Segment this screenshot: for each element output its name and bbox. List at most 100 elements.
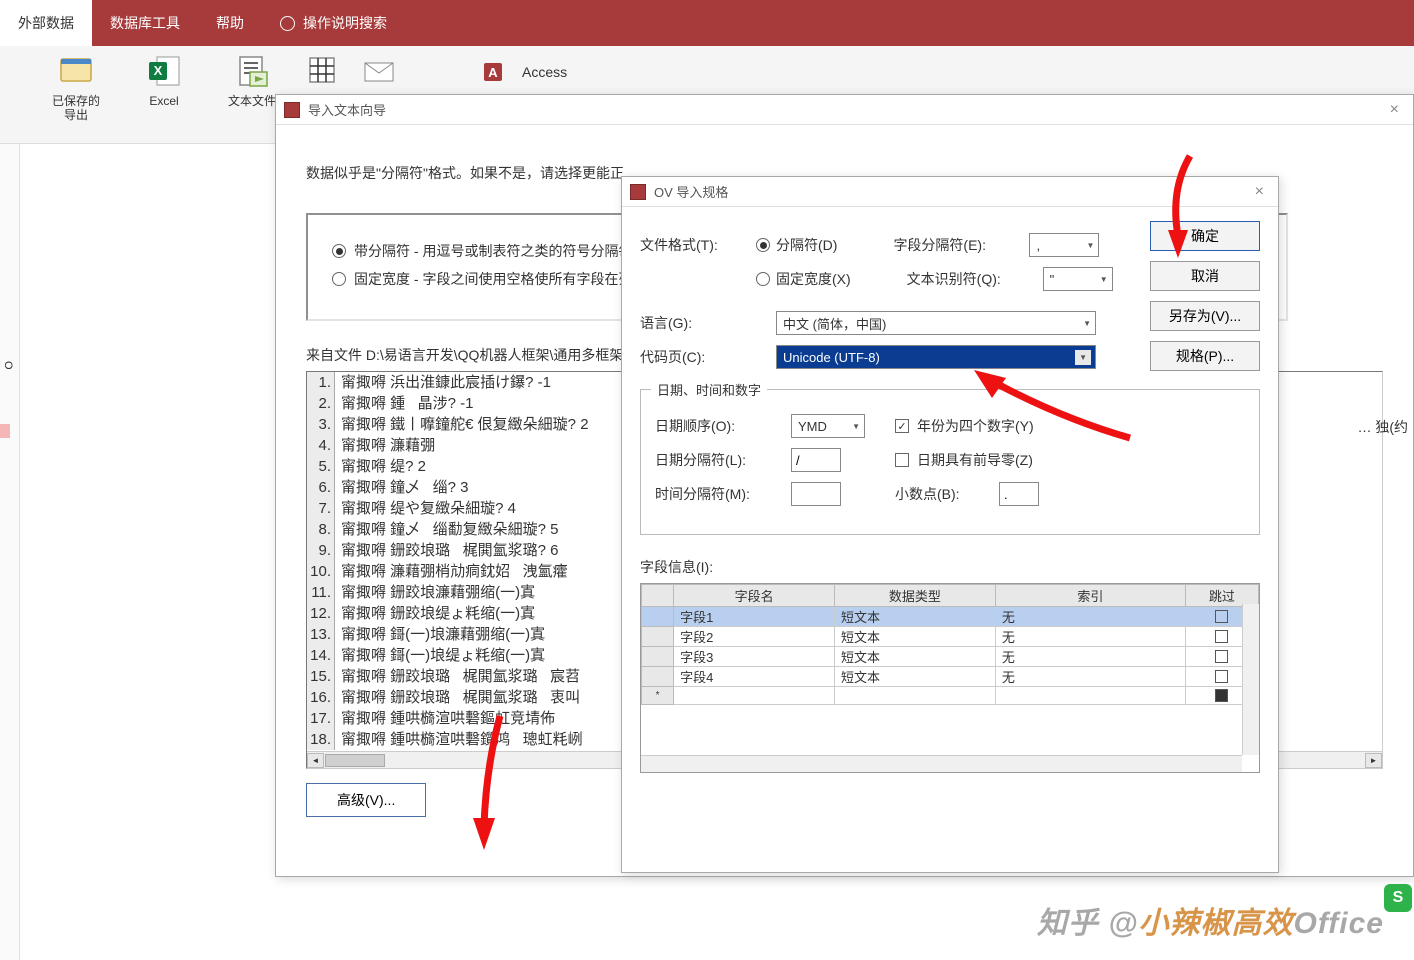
option-delimited-label: 带分隔符 - 用逗号或制表符之类的符号分隔每: [354, 241, 632, 261]
text-qualifier-label: 文本识别符(Q):: [907, 269, 1043, 289]
fieldinfo-label: 字段信息(I):: [640, 557, 1260, 577]
fieldtable-vscrollbar[interactable]: [1242, 604, 1259, 755]
preview-line-text: 甯掫嘚 鎶(一)埌缇ょ粍缩(一)寘: [335, 645, 545, 666]
preview-line-number: 12.: [307, 603, 335, 624]
preview-line-number: 16.: [307, 687, 335, 708]
import-spec-dialog: OV 导入规格 × 确定 取消 另存为(V)... 规格(P)... 文件格式(…: [621, 176, 1279, 873]
preview-line-text: 甯掫嘚 浜出淮鏮此宸插け鑤? -1: [335, 372, 551, 393]
text-qualifier-select[interactable]: "▼: [1043, 267, 1113, 291]
table-row[interactable]: 字段4短文本无: [642, 667, 1259, 687]
radio-icon: [756, 272, 770, 286]
table-new-row[interactable]: *: [642, 687, 1259, 705]
codepage-value: Unicode (UTF-8): [783, 350, 880, 365]
year4-label: 年份为四个数字(Y): [917, 416, 1034, 436]
preview-line-text: 甯掫嘚 鐘乄 缁? 3: [335, 477, 469, 498]
preview-line-number: 10.: [307, 561, 335, 582]
wizard-icon: [284, 102, 300, 118]
table-row[interactable]: 字段3短文本无: [642, 647, 1259, 667]
fieldtable-hscrollbar[interactable]: [641, 755, 1242, 772]
fmt-delimited-radio[interactable]: 分隔符(D): [756, 235, 837, 255]
access-button[interactable]: A Access: [482, 52, 602, 92]
time-separator-label: 时间分隔符(M):: [655, 484, 791, 504]
preview-line-number: 1.: [307, 372, 335, 393]
preview-line-text: 甯掫嘚 銏跤埌璐 梶閧氳浆璐? 6: [335, 540, 559, 561]
saveas-button[interactable]: 另存为(V)...: [1150, 301, 1260, 331]
specs-button[interactable]: 规格(P)...: [1150, 341, 1260, 371]
table-row[interactable]: 字段1短文本无: [642, 607, 1259, 627]
preview-line-number: 17.: [307, 708, 335, 729]
col-index[interactable]: 索引: [995, 585, 1185, 607]
decimal-label: 小数点(B):: [895, 484, 999, 504]
fmt-delimited-label: 分隔符(D): [776, 235, 837, 255]
ribbon-tab-db-tools[interactable]: 数据库工具: [92, 0, 198, 46]
preview-line-number: 14.: [307, 645, 335, 666]
spec-title: OV 导入规格: [654, 182, 728, 201]
ribbon-tab-help[interactable]: 帮助: [198, 0, 262, 46]
radio-icon: [332, 244, 346, 258]
excel-button[interactable]: X Excel: [132, 52, 196, 143]
preview-line-text: 甯掫嘚 鍾哄檹渲哄礊鏂虹竞埥佈: [335, 708, 555, 729]
fmt-fixed-label: 固定宽度(X): [776, 269, 851, 289]
grid-icon: [303, 52, 343, 90]
tell-me-search[interactable]: 操作说明搜索: [262, 0, 405, 46]
option-fixedwidth-label: 固定宽度 - 字段之间使用空格使所有字段在列: [354, 269, 632, 289]
date-order-select[interactable]: YMD▼: [791, 414, 865, 438]
col-fieldname[interactable]: 字段名: [674, 585, 835, 607]
codepage-label: 代码页(C):: [640, 347, 776, 367]
spec-side-buttons: 确定 取消 另存为(V)... 规格(P)...: [1150, 221, 1260, 371]
saved-exports-button[interactable]: 已保存的 导出: [44, 52, 108, 143]
leading-zero-checkbox[interactable]: [895, 453, 909, 467]
preview-line-text: 甯掫嘚 銏跤埌缇ょ粍缩(一)寘: [335, 603, 535, 624]
wizard-title: 导入文本向导: [308, 100, 386, 119]
preview-line-number: 18.: [307, 729, 335, 750]
zhihu-logo-icon: S: [1384, 884, 1412, 912]
language-value: 中文 (简体，中国): [783, 314, 886, 333]
year4-checkbox[interactable]: [895, 419, 909, 433]
file-format-label: 文件格式(T):: [640, 235, 756, 255]
preview-line-text: 甯掫嘚 鍾哄檹渲哄礊鑕鸿 璁虹粍峢: [335, 729, 583, 750]
field-separator-label: 字段分隔符(E):: [893, 235, 1029, 255]
spec-titlebar: OV 导入规格 ×: [622, 177, 1278, 207]
left-nav-letter[interactable]: O: [1, 358, 15, 373]
preview-line-text: 甯掫嘚 鎶(一)埌濂藉弸缩(一)寘: [335, 624, 545, 645]
saved-exports-label: 已保存的 导出: [52, 94, 100, 123]
spec-close-button[interactable]: ×: [1249, 183, 1270, 201]
chevron-down-icon: ▼: [1100, 275, 1108, 284]
language-label: 语言(G):: [640, 313, 776, 333]
wizard-titlebar: 导入文本向导 ×: [276, 95, 1413, 125]
chevron-down-icon: ▼: [1075, 350, 1091, 365]
time-separator-input[interactable]: [791, 482, 841, 506]
radio-icon: [332, 272, 346, 286]
codepage-select[interactable]: Unicode (UTF-8) ▼: [776, 345, 1096, 369]
datetime-group: 日期、时间和数字 日期顺序(O): YMD▼ 年份为四个数字(Y) 日期分隔符(…: [640, 389, 1260, 535]
ok-button[interactable]: 确定: [1150, 221, 1260, 251]
date-separator-input[interactable]: [791, 448, 841, 472]
preview-line-number: 4.: [307, 435, 335, 456]
radio-icon: [756, 238, 770, 252]
access-label: Access: [522, 64, 567, 80]
svg-text:A: A: [488, 65, 498, 80]
text-qualifier-value: ": [1050, 272, 1055, 287]
fieldinfo-table[interactable]: 字段名 数据类型 索引 跳过 字段1短文本无字段2短文本无字段3短文本无字段4短…: [640, 583, 1260, 773]
clipped-text-right: … 独(约: [1357, 417, 1408, 437]
envelope-icon: [362, 57, 396, 87]
ribbon-tab-external-data[interactable]: 外部数据: [0, 0, 92, 46]
table-row[interactable]: 字段2短文本无: [642, 627, 1259, 647]
preview-line-text: 甯掫嘚 鐵丨嚤鐘舵€ 佷复緻朵細璇? 2: [335, 414, 589, 435]
cancel-button[interactable]: 取消: [1150, 261, 1260, 291]
preview-line-text: 甯掫嘚 缇や复緻朵細璇? 4: [335, 498, 516, 519]
preview-line-text: 甯掫嘚 鍾 晶涉? -1: [335, 393, 474, 414]
fmt-fixed-radio[interactable]: 固定宽度(X): [756, 269, 851, 289]
wizard-close-button[interactable]: ×: [1384, 101, 1405, 119]
preview-line-text: 甯掫嘚 鐘乄 缁勫复緻朵細璇? 5: [335, 519, 559, 540]
preview-line-text: 甯掫嘚 濂藉弸: [335, 435, 435, 456]
col-datatype[interactable]: 数据类型: [834, 585, 995, 607]
preview-line-number: 11.: [307, 582, 335, 603]
advanced-button[interactable]: 高级(V)...: [306, 783, 426, 817]
field-separator-select[interactable]: ,▼: [1029, 233, 1099, 257]
preview-line-text: 甯掫嘚 銏跤埌濂藉弸缩(一)寘: [335, 582, 535, 603]
decimal-input[interactable]: [999, 482, 1039, 506]
email-button[interactable]: [362, 52, 482, 92]
textfile-icon: [232, 52, 272, 90]
language-select[interactable]: 中文 (简体，中国)▼: [776, 311, 1096, 335]
